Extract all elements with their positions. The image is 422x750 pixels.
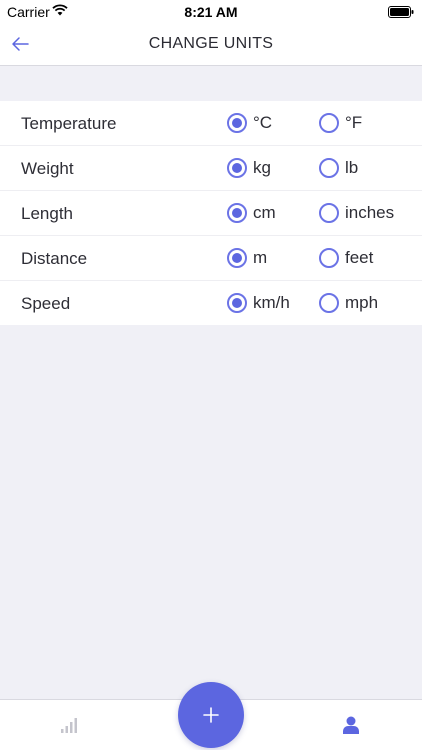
- radio-selected[interactable]: [227, 293, 247, 313]
- option-label: lb: [345, 158, 359, 177]
- navigation-bar: CHANGE UNITS: [0, 22, 422, 66]
- option-fahrenheit[interactable]: °F: [319, 112, 362, 134]
- unit-label: Weight: [21, 159, 74, 178]
- unit-row-distance: Distance m feet: [0, 236, 422, 281]
- option-kg[interactable]: kg: [227, 157, 271, 179]
- units-list: Temperature °C °F Weight kg lb Length cm…: [0, 101, 422, 325]
- stats-bars-icon[interactable]: [61, 717, 79, 733]
- option-celsius[interactable]: °C: [227, 112, 272, 134]
- plus-icon: [203, 707, 219, 723]
- radio-selected[interactable]: [227, 113, 247, 133]
- option-label: km/h: [253, 293, 290, 312]
- unit-label: Distance: [21, 249, 88, 268]
- option-cm[interactable]: cm: [227, 202, 276, 224]
- option-kmh[interactable]: km/h: [227, 292, 290, 314]
- unit-label: Speed: [21, 294, 71, 313]
- option-label: mph: [345, 293, 379, 312]
- option-label: kg: [253, 158, 271, 177]
- option-label: °C: [253, 113, 273, 132]
- option-feet[interactable]: feet: [319, 247, 373, 269]
- radio-unselected[interactable]: [319, 113, 339, 133]
- option-label: inches: [345, 203, 395, 222]
- radio-unselected[interactable]: [319, 158, 339, 178]
- unit-row-weight: Weight kg lb: [0, 146, 422, 191]
- option-lb[interactable]: lb: [319, 157, 358, 179]
- option-label: cm: [253, 203, 276, 222]
- clock: 8:21 AM: [184, 4, 238, 20]
- page-title: CHANGE UNITS: [148, 35, 274, 52]
- radio-selected[interactable]: [227, 158, 247, 178]
- battery-icon: [388, 6, 414, 18]
- unit-row-length: Length cm inches: [0, 191, 422, 236]
- option-label: m: [253, 248, 268, 267]
- unit-row-temperature: Temperature °C °F: [0, 101, 422, 146]
- status-bar: Carrier 8:21 AM: [0, 0, 422, 22]
- radio-selected[interactable]: [227, 248, 247, 268]
- unit-label: Temperature: [21, 114, 117, 133]
- radio-unselected[interactable]: [319, 248, 339, 268]
- option-inches[interactable]: inches: [319, 202, 394, 224]
- option-mph[interactable]: mph: [319, 292, 378, 314]
- radio-unselected[interactable]: [319, 203, 339, 223]
- option-label: feet: [345, 248, 374, 267]
- add-button[interactable]: [178, 682, 244, 748]
- profile-icon[interactable]: [343, 716, 359, 734]
- option-meters[interactable]: m: [227, 247, 267, 269]
- radio-selected[interactable]: [227, 203, 247, 223]
- unit-row-speed: Speed km/h mph: [0, 281, 422, 325]
- unit-label: Length: [21, 204, 73, 223]
- option-label: °F: [345, 113, 363, 132]
- radio-unselected[interactable]: [319, 293, 339, 313]
- change-units-screen: Carrier 8:21 AM CHANGE UNITS Temperature…: [0, 0, 422, 750]
